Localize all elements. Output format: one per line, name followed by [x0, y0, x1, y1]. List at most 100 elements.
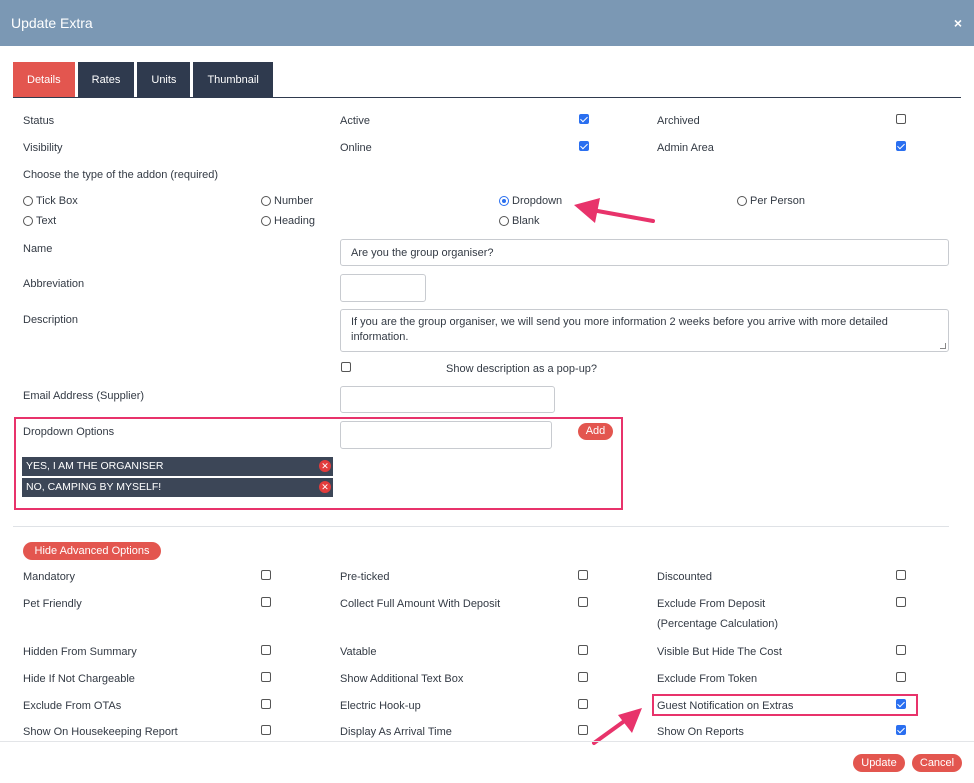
radio-label: Heading	[274, 215, 315, 227]
radio-icon	[261, 196, 271, 206]
remove-icon[interactable]: ✕	[319, 460, 331, 472]
active-label: Active	[340, 115, 370, 127]
annotation-arrow-icon	[592, 708, 642, 745]
electric-hookup-label: Electric Hook-up	[340, 700, 421, 712]
tab-bar: Details Rates Units Thumbnail	[13, 62, 276, 98]
radio-icon	[23, 216, 33, 226]
pet-friendly-label: Pet Friendly	[23, 598, 82, 610]
mandatory-label: Mandatory	[23, 571, 75, 583]
additional-text-box-checkbox[interactable]	[578, 672, 588, 682]
housekeeping-report-label: Show On Housekeeping Report	[23, 726, 178, 738]
collect-full-amount-checkbox[interactable]	[578, 597, 588, 607]
guest-notification-checkbox[interactable]	[896, 699, 906, 709]
archived-checkbox[interactable]	[896, 114, 906, 124]
discounted-checkbox[interactable]	[896, 570, 906, 580]
option-label: NO, CAMPING BY MYSELF!	[26, 481, 162, 493]
exclude-from-otas-checkbox[interactable]	[261, 699, 271, 709]
section-divider	[13, 526, 949, 527]
vatable-checkbox[interactable]	[578, 645, 588, 655]
tab-units[interactable]: Units	[137, 62, 191, 98]
mandatory-checkbox[interactable]	[261, 570, 271, 580]
percentage-calculation-label: (Percentage Calculation)	[657, 618, 779, 630]
admin-area-label: Admin Area	[657, 142, 714, 154]
exclude-from-token-checkbox[interactable]	[896, 672, 906, 682]
hidden-from-summary-checkbox[interactable]	[261, 645, 271, 655]
list-item: YES, I AM THE ORGANISER ✕	[22, 457, 333, 476]
radio-label: Per Person	[750, 195, 806, 207]
exclude-from-otas-label: Exclude From OTAs	[23, 700, 122, 712]
resize-handle-icon[interactable]	[940, 343, 946, 349]
dropdown-option-input[interactable]	[340, 421, 552, 449]
name-input[interactable]: Are you the group organiser?	[340, 239, 949, 266]
radio-per-person[interactable]: Per Person	[737, 195, 805, 207]
exclude-from-deposit-checkbox[interactable]	[896, 597, 906, 607]
arrival-time-label: Display As Arrival Time	[340, 726, 452, 738]
hide-cost-checkbox[interactable]	[896, 645, 906, 655]
description-label: Description	[23, 314, 79, 326]
status-label: Status	[23, 115, 55, 127]
abbreviation-input[interactable]	[340, 274, 426, 302]
option-label: YES, I AM THE ORGANISER	[26, 460, 164, 472]
radio-text[interactable]: Text	[23, 215, 56, 227]
hide-if-not-chargeable-checkbox[interactable]	[261, 672, 271, 682]
tab-rates[interactable]: Rates	[77, 62, 135, 98]
radio-label: Dropdown	[512, 195, 563, 207]
list-item: NO, CAMPING BY MYSELF! ✕	[22, 478, 333, 497]
collect-full-amount-label: Collect Full Amount With Deposit	[340, 598, 501, 610]
radio-label: Blank	[512, 215, 540, 227]
cancel-button[interactable]: Cancel	[912, 754, 962, 772]
electric-hookup-checkbox[interactable]	[578, 699, 588, 709]
online-checkbox[interactable]	[579, 141, 589, 151]
exclude-from-deposit-label: Exclude From Deposit	[657, 598, 766, 610]
vatable-label: Vatable	[340, 646, 377, 658]
hide-if-not-chargeable-label: Hide If Not Chargeable	[23, 673, 135, 685]
hide-advanced-options-button[interactable]: Hide Advanced Options	[23, 542, 161, 560]
active-checkbox[interactable]	[579, 114, 589, 124]
exclude-from-token-label: Exclude From Token	[657, 673, 758, 685]
radio-dropdown[interactable]: Dropdown	[499, 195, 562, 207]
radio-label: Number	[274, 195, 314, 207]
visibility-label: Visibility	[23, 142, 63, 154]
close-icon[interactable]: ×	[954, 15, 962, 31]
dropdown-options-label: Dropdown Options	[23, 426, 115, 438]
radio-blank[interactable]: Blank	[499, 215, 540, 227]
arrival-time-checkbox[interactable]	[578, 725, 588, 735]
archived-label: Archived	[657, 115, 700, 127]
pre-ticked-label: Pre-ticked	[340, 571, 390, 583]
email-label: Email Address (Supplier)	[23, 390, 145, 402]
tab-details[interactable]: Details	[13, 62, 75, 98]
update-button[interactable]: Update	[853, 754, 905, 772]
pre-ticked-checkbox[interactable]	[578, 570, 588, 580]
popup-checkbox[interactable]	[341, 362, 351, 372]
email-input[interactable]	[340, 386, 555, 413]
pet-friendly-checkbox[interactable]	[261, 597, 271, 607]
radio-tick-box[interactable]: Tick Box	[23, 195, 78, 207]
radio-label: Tick Box	[36, 195, 78, 207]
admin-area-checkbox[interactable]	[896, 141, 906, 151]
remove-icon[interactable]: ✕	[319, 481, 331, 493]
annotation-arrow-icon	[574, 198, 655, 223]
description-text: If you are the group organiser, we will …	[351, 316, 888, 343]
radio-number[interactable]: Number	[261, 195, 313, 207]
popup-label: Show description as a pop-up?	[446, 363, 598, 375]
housekeeping-report-checkbox[interactable]	[261, 725, 271, 735]
tab-thumbnail[interactable]: Thumbnail	[193, 62, 273, 98]
description-textarea[interactable]: If you are the group organiser, we will …	[340, 309, 949, 352]
radio-icon	[737, 196, 747, 206]
show-on-reports-checkbox[interactable]	[896, 725, 906, 735]
abbreviation-label: Abbreviation	[23, 278, 85, 290]
tab-underline	[13, 97, 961, 98]
show-on-reports-label: Show On Reports	[657, 726, 744, 738]
name-label: Name	[23, 243, 53, 255]
radio-icon	[261, 216, 271, 226]
dialog-title: Update Extra	[11, 15, 93, 31]
additional-text-box-label: Show Additional Text Box	[340, 673, 464, 685]
radio-icon	[23, 196, 33, 206]
online-label: Online	[340, 142, 372, 154]
radio-label: Text	[36, 215, 57, 227]
radio-heading[interactable]: Heading	[261, 215, 315, 227]
hidden-from-summary-label: Hidden From Summary	[23, 646, 137, 658]
radio-icon	[499, 216, 509, 226]
add-option-button[interactable]: Add	[578, 423, 613, 440]
hide-cost-label: Visible But Hide The Cost	[657, 646, 782, 658]
